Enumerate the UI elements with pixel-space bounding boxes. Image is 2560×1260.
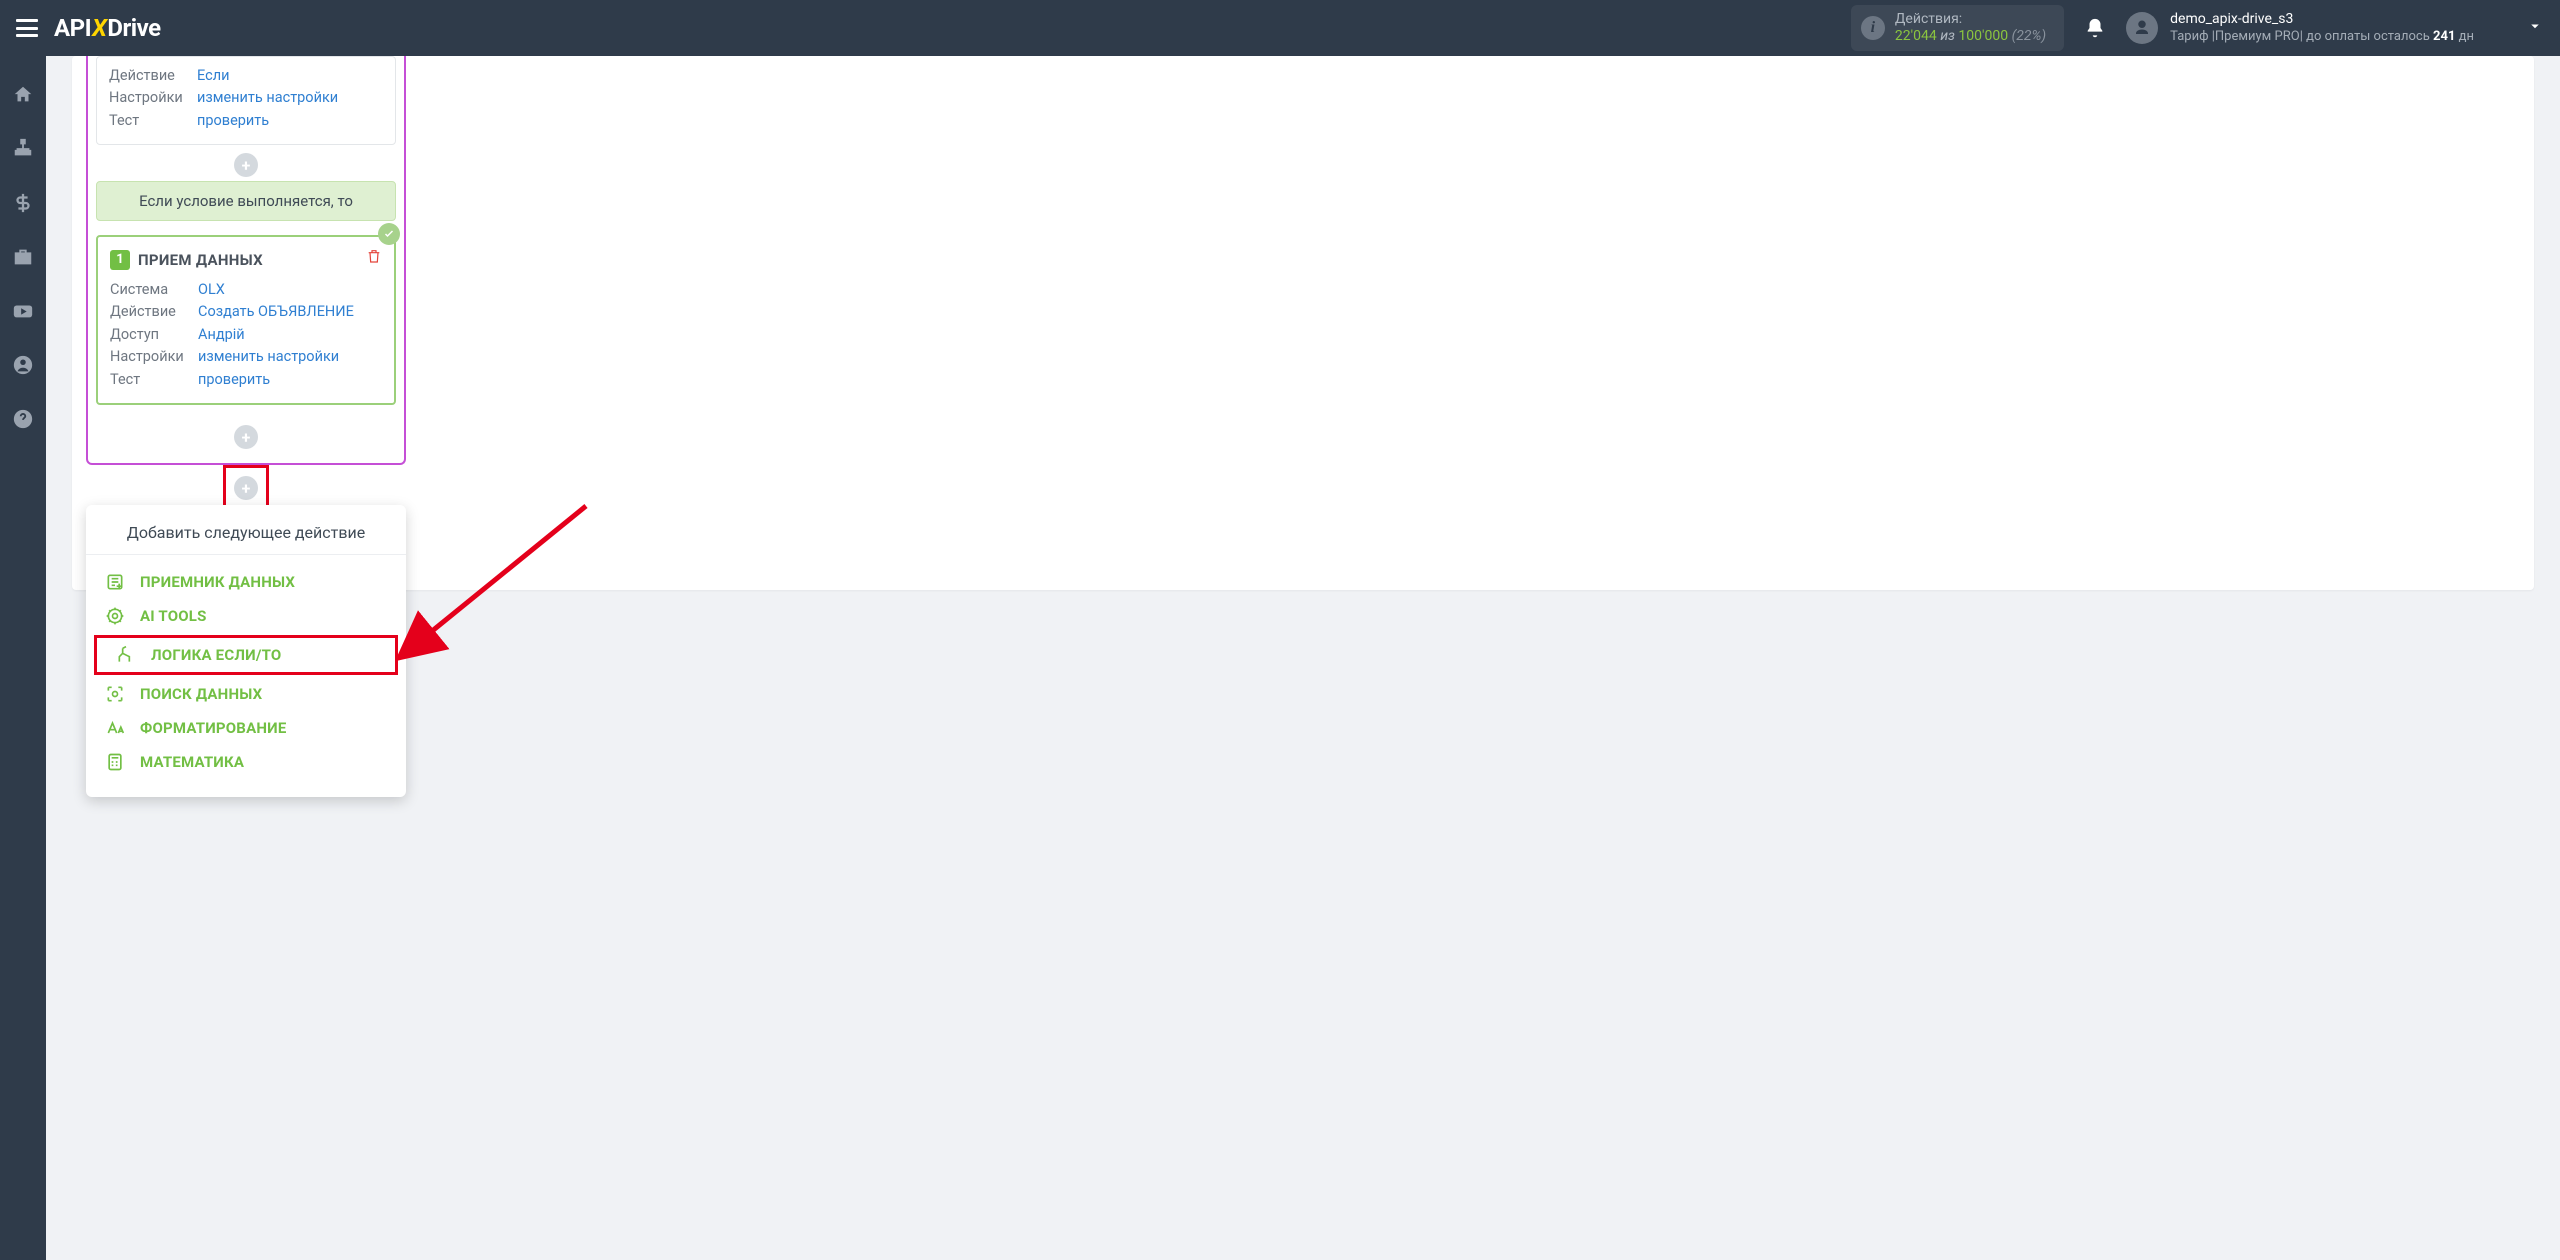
header-bar: API X Drive i Действия: 22'044 из 100'00… [0, 0, 2560, 56]
action-link[interactable]: Создать ОБЪЯВЛЕНИЕ [198, 301, 354, 323]
dropdown-item-search[interactable]: ПОИСК ДАННЫХ [86, 677, 406, 711]
tariff-line: Тариф |Премиум PRO| до оплаты осталось 2… [2170, 29, 2474, 45]
condition-true-bar: Если условие выполняется, то [96, 181, 396, 221]
branch-icon [115, 645, 137, 665]
action-link[interactable]: Если [197, 65, 229, 87]
content-card [72, 56, 2534, 590]
check-icon [378, 223, 400, 245]
briefcase-icon[interactable] [12, 246, 34, 272]
text-icon [104, 718, 126, 738]
dropdown-item-logic[interactable]: ЛОГИКА ЕСЛИ/ТО [94, 635, 398, 675]
actions-of: из [1940, 28, 1955, 44]
test-link[interactable]: проверить [197, 110, 269, 132]
add-step-button[interactable]: + [234, 425, 258, 449]
bell-icon[interactable] [2084, 17, 2106, 39]
row-label: Действие [109, 65, 197, 87]
system-link[interactable]: OLX [198, 279, 225, 301]
help-icon[interactable] [12, 408, 34, 434]
sidebar [0, 56, 46, 1260]
connections-icon[interactable] [12, 138, 34, 164]
logo-text-b: Drive [107, 14, 160, 42]
access-link[interactable]: Андрій [198, 324, 245, 346]
settings-link[interactable]: изменить настройки [197, 87, 338, 109]
dropdown-item-math[interactable]: МАТЕМАТИКА [86, 745, 406, 779]
dropdown-item-receiver[interactable]: ПРИЕМНИК ДАННЫХ [86, 565, 406, 599]
dropdown-title: Добавить следующее действие [86, 505, 406, 554]
actions-pct: (22%) [2012, 28, 2047, 44]
user-menu[interactable]: demo_apix-drive_s3 Тариф |Премиум PRO| д… [2126, 11, 2544, 45]
calculator-icon [104, 752, 126, 772]
avatar-icon [2126, 12, 2158, 44]
settings-link[interactable]: изменить настройки [198, 346, 339, 368]
actions-total: 100'000 [1958, 28, 2008, 44]
add-step-button[interactable]: + [234, 153, 258, 177]
logo[interactable]: API X Drive [54, 14, 161, 42]
row-label: Настройки [109, 87, 197, 109]
destination-block: 1 ПРИЕМ ДАННЫХ СистемаOLX ДействиеСоздат… [96, 235, 396, 405]
trash-icon[interactable] [366, 247, 382, 272]
dropdown-item-ai-tools[interactable]: AI TOOLS [86, 599, 406, 633]
condition-summary-block: ДействиеЕсли Настройкиизменить настройки… [96, 56, 396, 145]
scan-icon [104, 684, 126, 704]
logo-text-a: API [54, 14, 91, 42]
home-icon[interactable] [12, 84, 34, 110]
test-link[interactable]: проверить [198, 369, 270, 391]
destination-title: ПРИЕМ ДАННЫХ [138, 249, 263, 272]
youtube-icon[interactable] [12, 300, 34, 326]
logo-text-x: X [92, 14, 106, 42]
profile-icon[interactable] [12, 354, 34, 380]
step-number-badge: 1 [110, 250, 130, 270]
add-action-dropdown: Добавить следующее действие ПРИЕМНИК ДАН… [86, 505, 406, 797]
info-icon: i [1861, 16, 1885, 40]
actions-label: Действия: [1895, 11, 2046, 28]
row-label: Тест [109, 110, 197, 132]
username: demo_apix-drive_s3 [2170, 11, 2474, 29]
add-action-button[interactable]: + [234, 476, 258, 500]
actions-pill[interactable]: i Действия: 22'044 из 100'000 (22%) [1851, 5, 2064, 51]
list-plus-icon [104, 572, 126, 592]
actions-used: 22'044 [1895, 28, 1937, 44]
brain-icon [104, 606, 126, 626]
dropdown-item-format[interactable]: ФОРМАТИРОВАНИЕ [86, 711, 406, 745]
hamburger-icon[interactable] [16, 19, 38, 37]
money-icon[interactable] [12, 192, 34, 218]
chevron-down-icon [2526, 17, 2544, 39]
logic-container: ДействиеЕсли Настройкиизменить настройки… [86, 56, 406, 465]
